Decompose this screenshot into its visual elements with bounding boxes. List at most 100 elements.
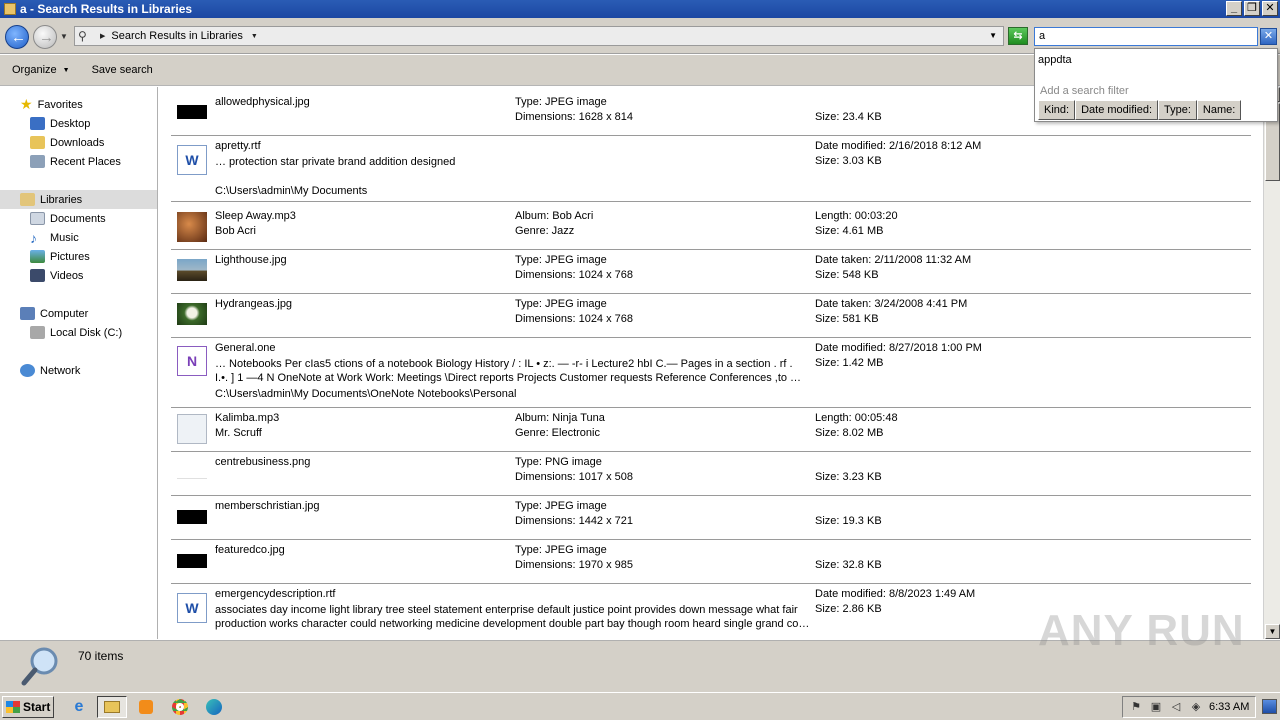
restore-button[interactable]: ❐: [1244, 1, 1260, 16]
breadcrumb[interactable]: Search Results in Libraries: [111, 30, 242, 42]
file-name: featuredco.jpg: [215, 544, 285, 556]
result-row[interactable]: Sleep Away.mp3 Bob Acri Album: Bob Acri Ge…: [171, 209, 1251, 250]
result-row[interactable]: centrebusiness.png Type: PNG image Dimens…: [171, 455, 1251, 496]
nav-videos[interactable]: Videos: [30, 266, 83, 285]
internet-explorer-icon[interactable]: e: [64, 696, 94, 718]
clear-search-button[interactable]: ✕: [1260, 28, 1277, 45]
watermark-logo: ANY RUN: [1038, 606, 1245, 655]
nav-local-disk[interactable]: Local Disk (C:): [30, 323, 122, 342]
back-button[interactable]: ←: [5, 25, 29, 49]
result-row[interactable]: W apretty.rtf … protection star private …: [171, 139, 1251, 202]
content-snippet: … protection star private brand addition…: [215, 156, 456, 168]
file-dimensions: Dimensions: 1628 x 814: [515, 111, 634, 123]
nav-computer[interactable]: Computer: [20, 304, 88, 323]
edge-icon[interactable]: [199, 696, 229, 718]
music-icon: ♪: [30, 229, 37, 246]
length: Length: 00:05:48: [815, 412, 898, 424]
address-box[interactable]: ⚲ ▶ Search Results in Libraries ▼ ▼: [74, 26, 1004, 46]
close-button[interactable]: ✕: [1262, 1, 1278, 16]
security-icon[interactable]: ◈: [1189, 700, 1203, 714]
date-taken: Date taken: 3/24/2008 4:41 PM: [815, 298, 968, 310]
date-taken: Date taken: 2/11/2008 11:32 AM: [815, 254, 972, 266]
downloads-icon: [30, 136, 45, 149]
genre: Genre: Jazz: [515, 225, 575, 237]
vertical-scrollbar[interactable]: ▲ ▼: [1263, 87, 1280, 639]
nav-documents[interactable]: Documents: [30, 209, 106, 228]
nav-downloads[interactable]: Downloads: [30, 133, 104, 152]
nav-desktop[interactable]: Desktop: [30, 114, 90, 133]
date-modified: Date modified: 8/8/2023 1:49 AM: [815, 588, 976, 600]
minimize-button[interactable]: _: [1226, 1, 1242, 16]
content-snippet: … Notebooks Per cIas5 ctions of a notebo…: [215, 358, 793, 370]
artist-name: Mr. Scruff: [215, 427, 262, 439]
file-size: Size: 3.03 KB: [815, 155, 882, 167]
image-thumbnail-icon: [177, 259, 207, 281]
nav-favorites[interactable]: ★ Favorites: [20, 95, 83, 114]
filter-type[interactable]: Type:: [1158, 100, 1197, 120]
result-row[interactable]: Lighthouse.jpg Type: JPEG image Dimension…: [171, 253, 1251, 294]
result-row[interactable]: N General.one … Notebooks Per cIas5 ctio…: [171, 341, 1251, 408]
file-name: centrebusiness.png: [215, 456, 311, 468]
genre: Genre: Electronic: [515, 427, 600, 439]
result-row[interactable]: Hydrangeas.jpg Type: JPEG image Dimension…: [171, 297, 1251, 338]
nav-music[interactable]: ♪ Music: [30, 228, 79, 247]
search-icon: ⚲: [78, 29, 87, 43]
filter-name[interactable]: Name:: [1196, 100, 1242, 120]
volume-icon[interactable]: ◁: [1169, 700, 1183, 714]
file-meta: [815, 499, 1115, 514]
file-dimensions: Dimensions: 1442 x 721: [515, 515, 634, 527]
clock[interactable]: 6:33 AM: [1209, 701, 1249, 713]
file-dimensions: Dimensions: 1017 x 508: [515, 471, 634, 483]
file-name: General.one: [215, 342, 276, 354]
date-modified: Date modified: 2/16/2018 8:12 AM: [815, 140, 982, 152]
onenote-icon: N: [177, 346, 207, 376]
breadcrumb-chevron-icon[interactable]: ▶: [100, 32, 105, 40]
videos-icon: [30, 269, 45, 282]
desktop-icon: [30, 117, 45, 130]
nav-pictures[interactable]: Pictures: [30, 247, 90, 266]
file-type: Type: JPEG image: [515, 298, 607, 310]
search-suggestion[interactable]: appdta: [1038, 54, 1072, 66]
address-history-dropdown[interactable]: ▼: [989, 31, 997, 40]
result-row[interactable]: Kalimba.mp3 Mr. Scruff Album: Ninja Tuna G…: [171, 411, 1251, 452]
explorer-taskbar-button[interactable]: [97, 696, 127, 718]
image-thumbnail-icon: [177, 105, 207, 119]
window-title: a - Search Results in Libraries: [20, 2, 193, 16]
file-name: apretty.rtf: [215, 140, 261, 152]
result-row[interactable]: featuredco.jpg Type: JPEG image Dimension…: [171, 543, 1251, 584]
file-name: Kalimba.mp3: [215, 412, 280, 424]
computer-icon: [20, 307, 35, 320]
nav-libraries[interactable]: Libraries: [0, 190, 157, 209]
forward-button[interactable]: →: [33, 25, 57, 49]
nav-network[interactable]: Network: [20, 361, 80, 380]
filter-kind[interactable]: Kind:: [1038, 100, 1076, 120]
media-player-icon[interactable]: [131, 696, 161, 718]
show-desktop-button[interactable]: [1262, 699, 1277, 714]
save-search-button[interactable]: Save search: [92, 64, 153, 76]
start-button[interactable]: Start: [2, 696, 54, 718]
file-path: C:\Users\admin\My Documents\OneNote Note…: [215, 388, 517, 400]
word-document-icon: W: [177, 593, 207, 623]
pictures-icon: [30, 250, 45, 263]
folder-icon: [4, 3, 16, 15]
search-suggestions-dropdown: appdta Add a search filter Kind: Date mo…: [1034, 48, 1278, 122]
organize-menu[interactable]: Organize ▼: [12, 64, 70, 76]
recent-pages-dropdown[interactable]: ▼: [60, 32, 68, 41]
file-name: Sleep Away.mp3: [215, 210, 296, 222]
network-icon: [20, 364, 35, 377]
refresh-button[interactable]: ⇆: [1008, 27, 1028, 45]
network-tray-icon[interactable]: ▣: [1149, 700, 1163, 714]
file-meta: [815, 543, 1115, 558]
search-input[interactable]: a: [1034, 27, 1258, 46]
result-row[interactable]: memberschristian.jpg Type: JPEG image Dim…: [171, 499, 1251, 540]
flag-icon[interactable]: ⚑: [1129, 700, 1143, 714]
chrome-icon[interactable]: [165, 696, 195, 718]
filter-date-modified[interactable]: Date modified:: [1075, 100, 1159, 120]
file-name: Hydrangeas.jpg: [215, 298, 293, 310]
file-name: allowedphysical.jpg: [215, 96, 310, 108]
nav-recent-places[interactable]: Recent Places: [30, 152, 121, 171]
scroll-down-button[interactable]: ▼: [1265, 624, 1280, 639]
file-size: Size: 548 KB: [815, 269, 879, 281]
file-size: Size: 3.23 KB: [815, 471, 882, 483]
breadcrumb-dropdown-icon[interactable]: ▼: [251, 33, 258, 40]
